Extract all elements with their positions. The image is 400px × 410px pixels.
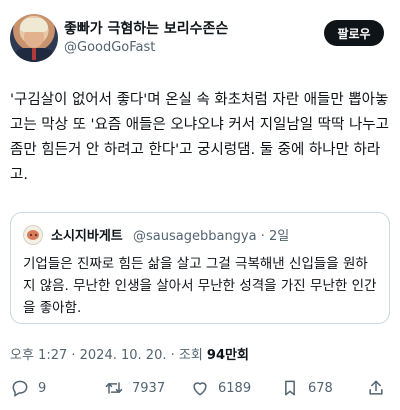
- retweet-count: 7937: [132, 380, 166, 396]
- share-button[interactable]: [366, 376, 394, 400]
- tweet-meta: 오후 1:27 · 2024. 10. 20. · 조회 94만회: [10, 344, 249, 363]
- like-count: 6189: [218, 380, 252, 396]
- author-handle[interactable]: @GoodGoFast: [64, 40, 155, 55]
- quote-author-handle: @sausagebbangya · 2일: [133, 229, 290, 244]
- reply-icon: [12, 380, 28, 397]
- bookmark-button[interactable]: 678: [280, 376, 333, 400]
- quote-author-name: 소시지바게트: [51, 229, 123, 244]
- quoted-tweet[interactable]: 소시지바게트 @sausagebbangya · 2일 기업들은 진짜로 힘든 …: [10, 212, 390, 324]
- tweet-header: 좋빠가 극혐하는 보리수존슨 @GoodGoFast 팔로우: [0, 0, 400, 72]
- follow-button[interactable]: 팔로우: [324, 20, 384, 46]
- timestamp[interactable]: 오후 1:27 · 2024. 10. 20. · 조회: [10, 348, 207, 363]
- view-count: 94만회: [206, 348, 249, 363]
- like-icon: [193, 382, 207, 396]
- reply-count: 9: [38, 380, 47, 396]
- quote-author-avatar: [23, 225, 43, 245]
- author-name[interactable]: 좋빠가 극혐하는 보리수존슨: [64, 18, 228, 38]
- share-icon: [369, 380, 383, 395]
- reply-button[interactable]: 9: [10, 376, 46, 400]
- tweet-text: '구김살이 없어서 좋다'며 온실 속 화초처럼 자란 애들만 뽑아놓고는 막상…: [10, 92, 389, 183]
- bookmark-count: 678: [308, 380, 333, 396]
- retweet-icon: [105, 382, 123, 394]
- author-avatar[interactable]: [10, 14, 58, 62]
- retweet-button[interactable]: 7937: [104, 376, 165, 400]
- like-button[interactable]: 6189: [190, 376, 251, 400]
- bookmark-icon: [285, 380, 295, 396]
- action-bar: 9 7937 6189 678: [0, 372, 400, 404]
- quote-text: 기업들은 진짜로 힘든 삶을 살고 그걸 극복해낸 신입들을 원하지 않음. 무…: [23, 256, 377, 316]
